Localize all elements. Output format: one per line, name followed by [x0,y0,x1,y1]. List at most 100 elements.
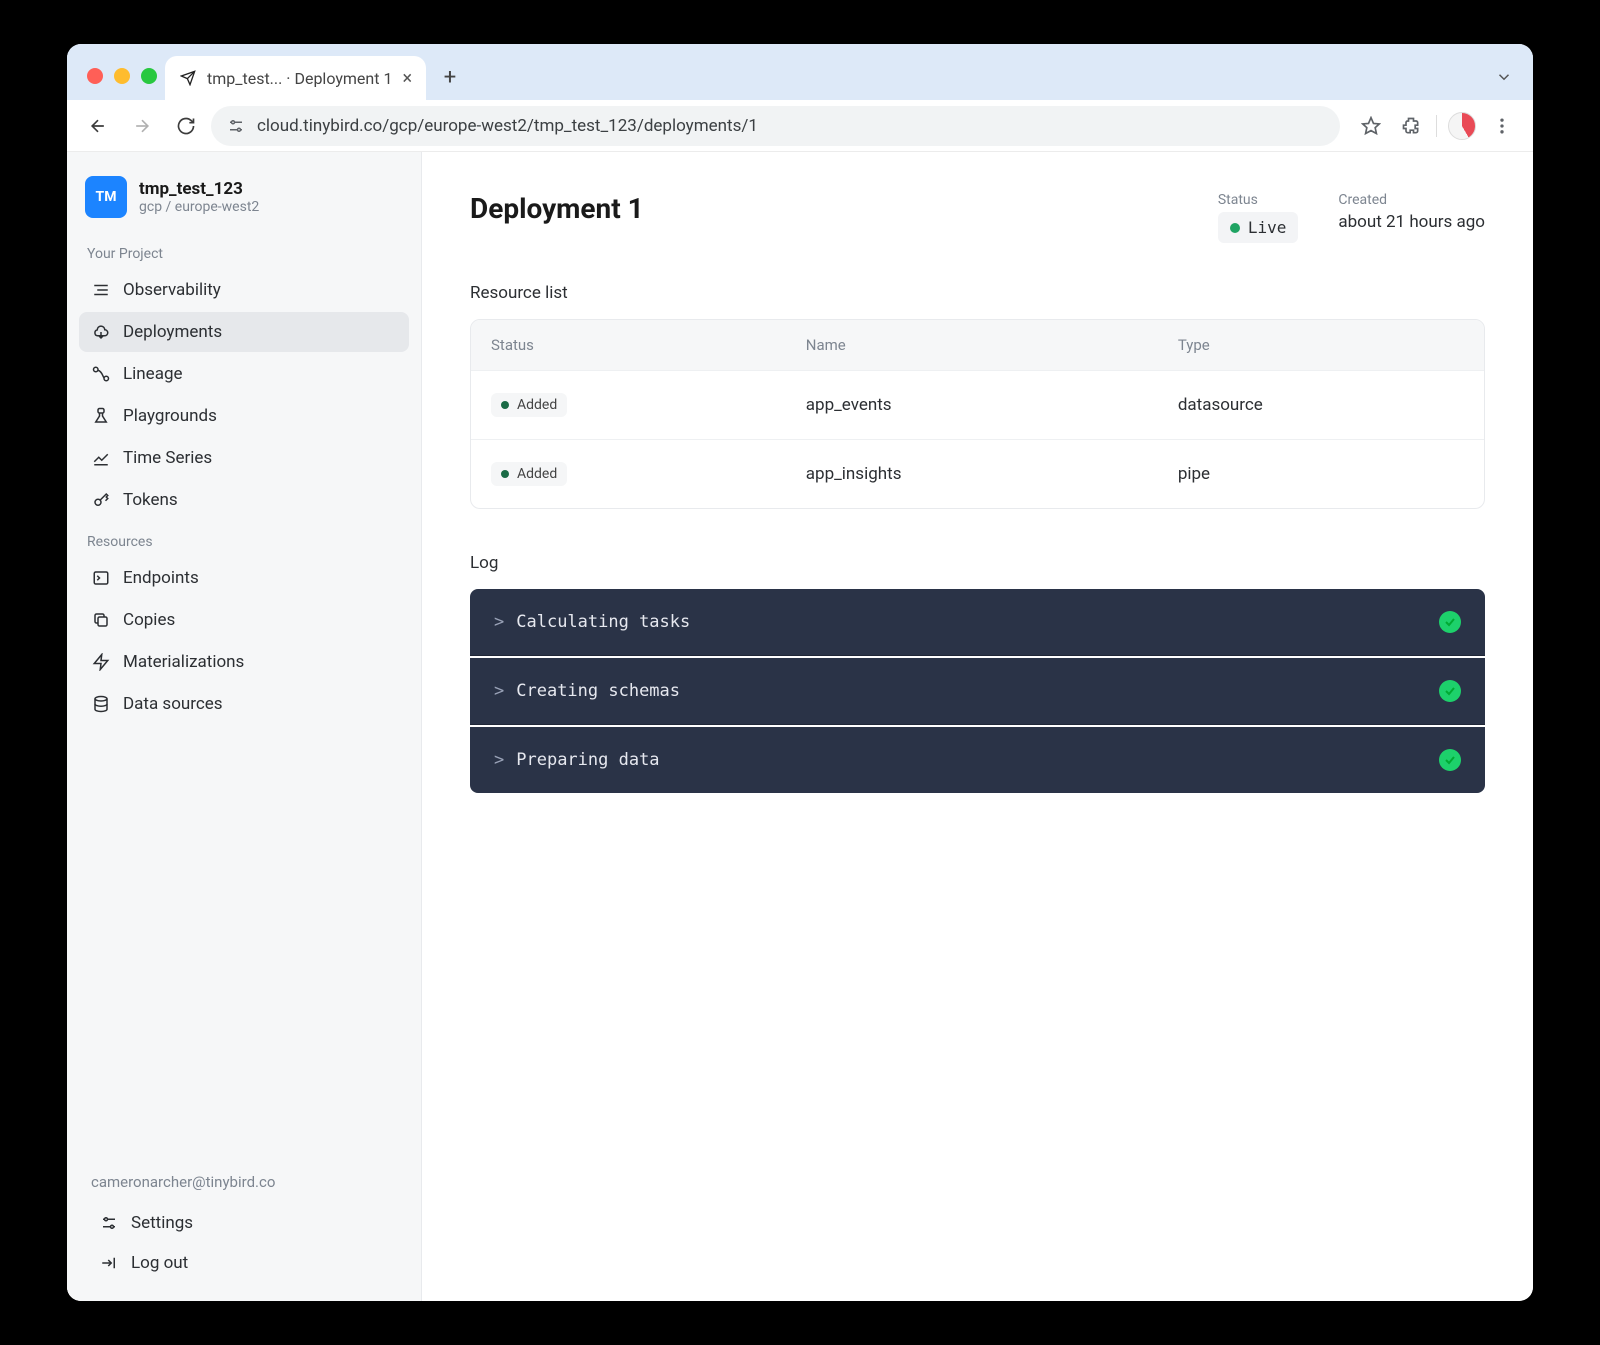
bookmark-button[interactable] [1352,107,1390,145]
forward-button[interactable] [123,107,161,145]
observability-icon [91,280,111,300]
log-row[interactable]: > Calculating tasks [470,589,1485,656]
tabs-menu-button[interactable] [1487,68,1521,100]
sidebar-item-tokens[interactable]: Tokens [79,480,409,520]
window-controls [79,68,165,100]
playgrounds-icon [91,406,111,426]
table-row[interactable]: Added app_events datasource [471,370,1484,439]
tab-favicon-icon [179,69,197,87]
resource-name: app_insights [806,464,1178,484]
back-button[interactable] [79,107,117,145]
resource-name: app_events [806,395,1178,415]
sidebar-item-copies[interactable]: Copies [79,600,409,640]
sidebar-item-logout[interactable]: Log out [87,1243,401,1283]
table-row[interactable]: Added app_insights pipe [471,439,1484,508]
chevron-right-icon: > [494,750,504,770]
workspace-header[interactable]: TM tmp_test_123 gcp / europe-west2 [79,170,409,232]
resource-type: pipe [1178,464,1464,484]
close-tab-icon[interactable]: × [402,68,412,89]
col-name: Name [806,336,1178,354]
log-row[interactable]: > Creating schemas [470,658,1485,725]
chevron-right-icon: > [494,681,504,701]
col-status: Status [491,336,806,354]
sidebar-item-materializations[interactable]: Materializations [79,642,409,682]
lineage-icon [91,364,111,384]
browser-tab[interactable]: tmp_test... · Deployment 1 × [165,56,426,100]
resource-list-title: Resource list [470,283,1485,303]
workspace-name: tmp_test_123 [139,179,259,199]
sidebar-item-playgrounds[interactable]: Playgrounds [79,396,409,436]
toolbar-divider [1436,115,1437,137]
tokens-icon [91,490,111,510]
status-chip: Added [491,393,567,417]
section-resources-label: Resources [79,520,409,558]
sidebar-item-observability[interactable]: Observability [79,270,409,310]
sidebar-item-label: Data sources [123,694,223,714]
sidebar-item-deployments[interactable]: Deployments [79,312,409,352]
materializations-icon [91,652,111,672]
status-value: Live [1248,218,1287,237]
user-email: cameronarcher@tinybird.co [87,1165,401,1203]
log-row[interactable]: > Preparing data [470,727,1485,793]
sidebar-item-endpoints[interactable]: Endpoints [79,558,409,598]
datasources-icon [91,694,111,714]
copies-icon [91,610,111,630]
status-badge: Live [1218,212,1299,243]
status-dot-icon [501,401,509,409]
chevron-right-icon: > [494,612,504,632]
sidebar-item-label: Log out [131,1253,188,1273]
sidebar-item-lineage[interactable]: Lineage [79,354,409,394]
deployments-icon [91,322,111,342]
tab-title: tmp_test... · Deployment 1 [207,69,392,88]
minimize-window-button[interactable] [114,68,130,84]
check-circle-icon [1439,749,1461,771]
browser-window: tmp_test... · Deployment 1 × + cloud.tin… [67,44,1533,1301]
log-text: Creating schemas [516,681,680,701]
resource-type: datasource [1178,395,1464,415]
sidebar-item-timeseries[interactable]: Time Series [79,438,409,478]
check-circle-icon [1439,680,1461,702]
sidebar-item-label: Endpoints [123,568,199,588]
reload-button[interactable] [167,107,205,145]
log-text: Preparing data [516,750,659,770]
workspace-logo: TM [85,176,127,218]
created-label: Created [1338,192,1485,208]
url-field[interactable]: cloud.tinybird.co/gcp/europe-west2/tmp_t… [211,106,1340,146]
sidebar-item-settings[interactable]: Settings [87,1203,401,1243]
url-text: cloud.tinybird.co/gcp/europe-west2/tmp_t… [257,116,758,136]
section-project-label: Your Project [79,232,409,270]
status-label: Status [1218,192,1299,208]
maximize-window-button[interactable] [141,68,157,84]
profile-button[interactable] [1443,107,1481,145]
kebab-menu-button[interactable] [1483,107,1521,145]
status-dot-icon [1230,223,1240,233]
status-dot-icon [501,470,509,478]
col-type: Type [1178,336,1464,354]
sidebar-item-label: Time Series [123,448,212,468]
logout-icon [99,1253,119,1273]
sidebar-item-label: Materializations [123,652,244,672]
sidebar-item-label: Tokens [123,490,178,510]
sidebar-item-label: Lineage [123,364,183,384]
timeseries-icon [91,448,111,468]
check-circle-icon [1439,611,1461,633]
settings-icon [99,1213,119,1233]
close-window-button[interactable] [87,68,103,84]
sidebar: TM tmp_test_123 gcp / europe-west2 Your … [67,152,422,1301]
address-bar: cloud.tinybird.co/gcp/europe-west2/tmp_t… [67,100,1533,152]
main-content: Deployment 1 Status Live Created about 2… [422,152,1533,1301]
site-settings-icon[interactable] [227,117,245,135]
sidebar-item-label: Settings [131,1213,193,1233]
endpoints-icon [91,568,111,588]
extensions-button[interactable] [1392,107,1430,145]
sidebar-item-label: Copies [123,610,175,630]
sidebar-item-datasources[interactable]: Data sources [79,684,409,724]
new-tab-button[interactable]: + [432,65,468,100]
sidebar-item-label: Deployments [123,322,222,342]
log-text: Calculating tasks [516,612,690,632]
workspace-region: gcp / europe-west2 [139,199,259,215]
log-title: Log [470,553,1485,573]
page-title: Deployment 1 [470,192,1178,225]
tab-bar: tmp_test... · Deployment 1 × + [67,44,1533,100]
log-panel: > Calculating tasks > Creating schemas >… [470,589,1485,793]
